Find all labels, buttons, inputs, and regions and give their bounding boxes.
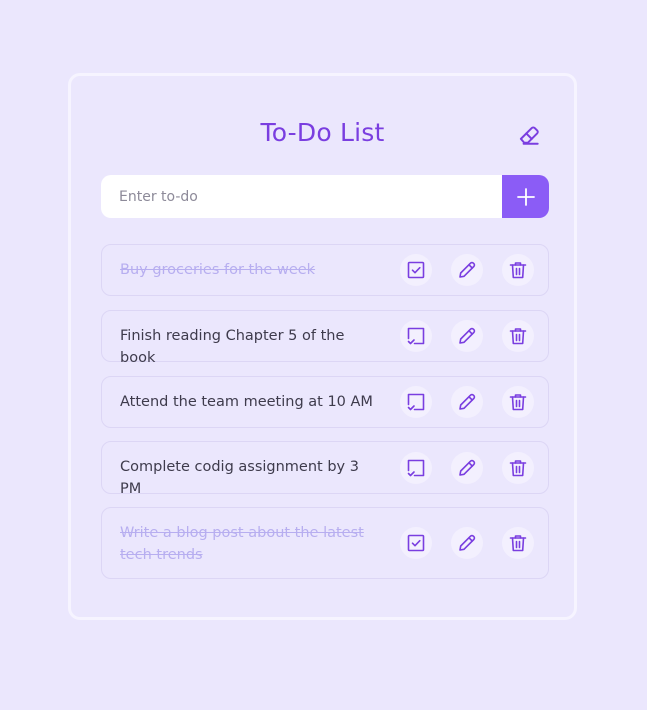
checkbox-unchecked-icon (406, 458, 426, 478)
mark-done-button[interactable] (400, 386, 432, 418)
todo-text: Attend the team meeting at 10 AM (120, 394, 373, 410)
todo-item: Attend the team meeting at 10 AM (101, 376, 549, 428)
mark-done-button[interactable] (400, 320, 432, 352)
trash-icon (508, 260, 528, 280)
pencil-icon (457, 533, 477, 553)
clear-all-button[interactable] (513, 118, 545, 150)
delete-button[interactable] (502, 452, 534, 484)
page-title: To-Do List (260, 118, 385, 147)
edit-button[interactable] (451, 452, 483, 484)
pencil-icon (457, 458, 477, 478)
checkbox-checked-icon (406, 533, 426, 553)
edit-button[interactable] (451, 254, 483, 286)
todo-text: Complete codig assignment by 3 PM (120, 459, 359, 497)
todo-item: Write a blog post about the latest tech … (101, 507, 549, 579)
delete-button[interactable] (502, 320, 534, 352)
edit-button[interactable] (451, 527, 483, 559)
add-todo-form (101, 175, 549, 218)
trash-icon (508, 458, 528, 478)
mark-done-button[interactable] (400, 452, 432, 484)
mark-undone-button[interactable] (400, 254, 432, 286)
todo-item: Complete codig assignment by 3 PM (101, 441, 549, 497)
pencil-icon (457, 326, 477, 346)
pencil-icon (457, 260, 477, 280)
todo-item: Buy groceries for the week (101, 244, 549, 296)
todo-card: To-Do List Buy groceries for the week Fin… (68, 73, 577, 620)
add-todo-button[interactable] (502, 175, 549, 218)
todo-text: Finish reading Chapter 5 of the book (120, 328, 345, 366)
mark-undone-button[interactable] (400, 527, 432, 559)
trash-icon (508, 392, 528, 412)
todo-input[interactable] (101, 175, 502, 218)
delete-button[interactable] (502, 254, 534, 286)
checkbox-unchecked-icon (406, 326, 426, 346)
trash-icon (508, 326, 528, 346)
delete-button[interactable] (502, 527, 534, 559)
eraser-icon (516, 121, 542, 147)
todo-item: Finish reading Chapter 5 of the book (101, 310, 549, 366)
pencil-icon (457, 392, 477, 412)
trash-icon (508, 533, 528, 553)
checkbox-checked-icon (406, 260, 426, 280)
delete-button[interactable] (502, 386, 534, 418)
todo-text: Write a blog post about the latest tech … (120, 525, 364, 563)
plus-icon (516, 187, 536, 207)
checkbox-unchecked-icon (406, 392, 426, 412)
edit-button[interactable] (451, 320, 483, 352)
edit-button[interactable] (451, 386, 483, 418)
todo-text: Buy groceries for the week (120, 262, 316, 278)
